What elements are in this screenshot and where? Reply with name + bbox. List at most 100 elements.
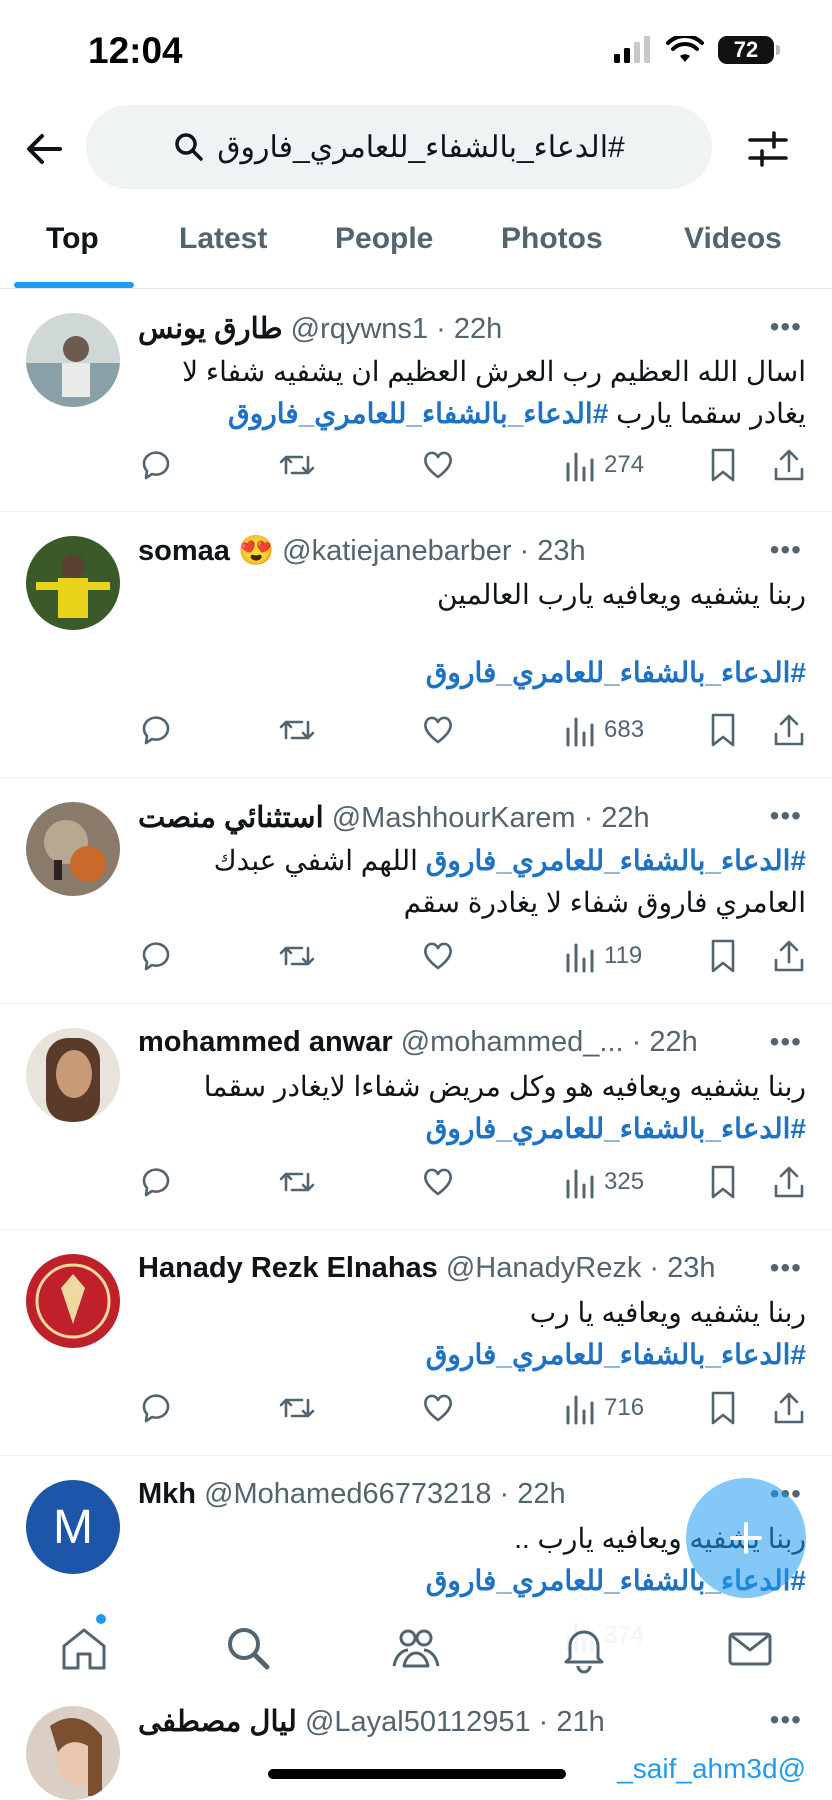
search-tabs: Top Latest People Photos Videos — [0, 190, 832, 289]
more-options-icon[interactable]: ••• — [770, 311, 802, 343]
home-indicator — [268, 1769, 566, 1779]
like-icon[interactable] — [420, 1162, 456, 1202]
search-query: #الدعاء_بالشفاء_للعامري_فاروق — [217, 130, 625, 164]
retweet-icon[interactable] — [278, 1388, 316, 1428]
share-icon[interactable] — [772, 710, 806, 750]
tweet-item[interactable]: Hanady Rezk Elnahas @HanadyRezk · 23h ••… — [0, 1230, 832, 1456]
search-header: #الدعاء_بالشفاء_للعامري_فاروق — [0, 105, 832, 190]
reply-icon[interactable] — [138, 445, 174, 485]
tweet-actions: 716 — [138, 1388, 812, 1428]
battery-indicator: 72 — [718, 36, 780, 64]
views-chart-icon — [566, 943, 594, 973]
bookmark-icon[interactable] — [708, 936, 738, 976]
avatar[interactable] — [26, 1706, 120, 1800]
avatar[interactable] — [26, 313, 120, 407]
like-icon[interactable] — [420, 1388, 456, 1428]
like-icon[interactable] — [420, 445, 456, 485]
share-icon[interactable] — [772, 1388, 806, 1428]
tweet-handle: @Layal50112951 · 21h — [304, 1706, 605, 1738]
search-input[interactable]: #الدعاء_بالشفاء_للعامري_فاروق — [86, 105, 712, 189]
bookmark-icon[interactable] — [708, 710, 738, 750]
more-options-icon[interactable]: ••• — [770, 534, 802, 566]
avatar[interactable] — [26, 1028, 120, 1122]
views-chart-icon — [566, 717, 594, 747]
tab-latest[interactable]: Latest — [179, 222, 267, 256]
tab-people[interactable]: People — [335, 222, 433, 256]
more-options-icon[interactable]: ••• — [770, 1704, 802, 1736]
hashtag-link[interactable]: #الدعاء_بالشفاء_للعامري_فاروق — [228, 398, 608, 429]
tweet-handle: @HanadyRezk · 23h — [445, 1252, 716, 1284]
hashtag-link[interactable]: #الدعاء_بالشفاء_للعامري_فاروق — [138, 1334, 806, 1376]
tweet-author-name[interactable]: somaa — [138, 535, 230, 567]
like-icon[interactable] — [420, 710, 456, 750]
messages-envelope-icon[interactable] — [724, 1622, 776, 1674]
tweet-text: ربنا يشفيه ويعافيه هو وكل مريض شفاءا لاي… — [203, 1071, 806, 1102]
tweet-actions: 274 — [138, 445, 812, 485]
tweet-author-name[interactable]: استثنائي منصت — [138, 802, 324, 834]
views-count[interactable]: 119 — [564, 936, 642, 976]
tweet-item[interactable]: استثنائي منصت @MashhourKarem · 22h ••• #… — [0, 778, 832, 1004]
more-options-icon[interactable]: ••• — [770, 800, 802, 832]
more-options-icon[interactable]: ••• — [770, 1026, 802, 1058]
share-icon[interactable] — [772, 445, 806, 485]
avatar[interactable] — [26, 1254, 120, 1348]
retweet-icon[interactable] — [278, 936, 316, 976]
share-icon[interactable] — [772, 936, 806, 976]
tab-videos[interactable]: Videos — [684, 222, 782, 256]
tweet-author-name[interactable]: ليال مصطفى — [138, 1706, 297, 1738]
tweet-author-name[interactable]: mohammed anwar — [138, 1026, 393, 1058]
tweet-item[interactable]: ليال مصطفى @Layal50112951 · 21h ••• @sai… — [0, 1690, 832, 1800]
home-icon[interactable] — [58, 1622, 110, 1674]
views-count[interactable]: 716 — [564, 1388, 644, 1428]
compose-button[interactable] — [686, 1478, 806, 1598]
bookmark-icon[interactable] — [708, 445, 738, 485]
like-icon[interactable] — [420, 936, 456, 976]
more-options-icon[interactable]: ••• — [770, 1252, 802, 1284]
reply-icon[interactable] — [138, 1162, 174, 1202]
avatar[interactable]: M — [26, 1480, 120, 1574]
tweet-author-name[interactable]: Mkh — [138, 1478, 196, 1510]
hashtag-link[interactable]: #الدعاء_بالشفاء_للعامري_فاروق — [138, 1108, 806, 1150]
tweet-item[interactable]: mohammed anwar @mohammed_... · 22h ••• ر… — [0, 1004, 832, 1230]
avatar[interactable] — [26, 536, 120, 630]
reply-icon[interactable] — [138, 1388, 174, 1428]
views-chart-icon — [566, 1395, 594, 1425]
tab-photos[interactable]: Photos — [501, 222, 603, 256]
reply-icon[interactable] — [138, 936, 174, 976]
retweet-icon[interactable] — [278, 710, 316, 750]
views-chart-icon — [566, 452, 594, 482]
tweet-author-name[interactable]: Hanady Rezk Elnahas — [138, 1252, 438, 1284]
tweet-text: ربنا يشفيه ويعافيه يا رب — [529, 1297, 806, 1328]
search-settings-icon[interactable] — [744, 125, 792, 173]
hashtag-link[interactable]: #الدعاء_بالشفاء_للعامري_فاروق — [138, 652, 806, 694]
notifications-bell-icon[interactable] — [558, 1622, 610, 1674]
avatar[interactable] — [26, 802, 120, 896]
tweet-author-name[interactable]: طارق يونس — [138, 313, 283, 345]
bookmark-icon[interactable] — [708, 1388, 738, 1428]
share-icon[interactable] — [772, 1162, 806, 1202]
status-time: 12:04 — [88, 30, 183, 71]
retweet-icon[interactable] — [278, 1162, 316, 1202]
back-arrow-icon[interactable] — [20, 125, 68, 173]
views-count[interactable]: 683 — [564, 710, 644, 750]
retweet-icon[interactable] — [278, 445, 316, 485]
views-chart-icon — [566, 1169, 594, 1199]
views-count[interactable]: 274 — [564, 445, 644, 485]
tweet-handle: @mohammed_... · 22h — [400, 1026, 698, 1058]
wifi-icon — [666, 36, 704, 62]
views-count[interactable]: 325 — [564, 1162, 644, 1202]
tab-top[interactable]: Top — [46, 222, 99, 256]
search-icon — [175, 133, 204, 161]
tweet-handle: @Mohamed66773218 · 22h — [204, 1478, 566, 1510]
reply-icon[interactable] — [138, 710, 174, 750]
tweet-item[interactable]: طارق يونس @rqywns1 · 22h ••• اسال الله ا… — [0, 289, 832, 512]
communities-icon[interactable] — [390, 1622, 442, 1674]
tweet-text: اسال الله العظيم رب العرش العظيم ان يشفي… — [182, 356, 806, 429]
tweet-text: ربنا يشفيه ويعافيه يارب العالمين — [436, 579, 806, 610]
search-nav-icon[interactable] — [222, 1622, 274, 1674]
tweet-item[interactable]: somaa 😍 @katiejanebarber · 23h ••• ربنا … — [0, 512, 832, 778]
plus-icon — [730, 1522, 762, 1554]
hashtag-link[interactable]: #الدعاء_بالشفاء_للعامري_فاروق — [426, 845, 806, 876]
bookmark-icon[interactable] — [708, 1162, 738, 1202]
status-bar: 12:04 72 — [0, 0, 832, 100]
